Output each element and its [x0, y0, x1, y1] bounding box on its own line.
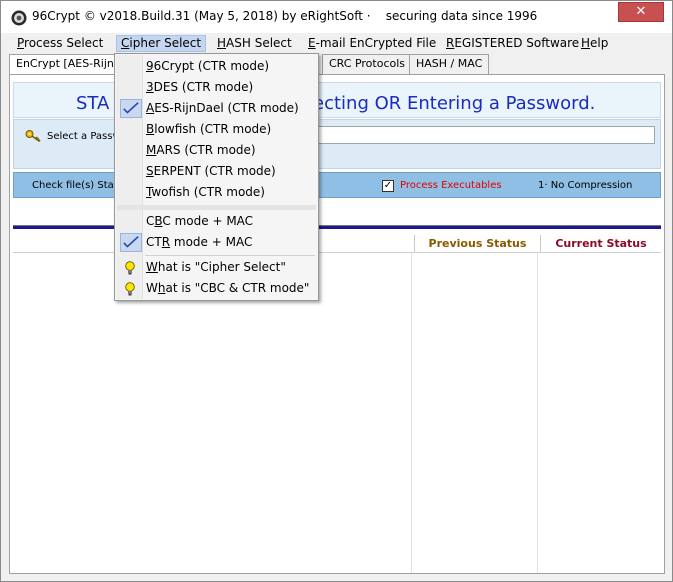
menu-help[interactable]: Help — [581, 36, 608, 53]
app-window: 96Crypt © v2018.Build.31 (May 5, 2018) b… — [0, 0, 673, 582]
menu-separator — [145, 255, 315, 256]
password-label: Select a Passw — [47, 131, 121, 142]
menu-process-select[interactable]: Process Select — [17, 36, 103, 53]
menu-item-aes-rijndael[interactable]: AES-RijnDael (CTR mode) — [117, 98, 316, 119]
key-icon — [25, 130, 41, 143]
section-divider — [13, 225, 661, 229]
process-executables-checkbox[interactable]: ✓ — [382, 180, 394, 192]
menu-hash-select[interactable]: HASH Select — [217, 36, 292, 53]
menu-item-3des[interactable]: 3DES (CTR mode) — [117, 77, 316, 98]
app-icon — [11, 10, 27, 26]
menu-item-96crypt[interactable]: 96Crypt (CTR mode) — [117, 56, 316, 77]
menu-bar: Process Select Cipher Select HASH Select… — [1, 34, 672, 54]
menu-cipher-select[interactable]: Cipher Select — [116, 35, 207, 52]
cipher-select-menu: 96Crypt (CTR mode) 3DES (CTR mode) AES-R… — [114, 53, 319, 301]
window-title: 96Crypt © v2018.Build.31 (May 5, 2018) b… — [32, 9, 538, 23]
password-input[interactable] — [309, 126, 655, 144]
options-bar: Check file(s) Stat ✓ Process Executables… — [13, 172, 661, 198]
menu-separator — [117, 205, 316, 210]
instruction-banner: STA lecting OR Entering a Password. — [13, 82, 661, 118]
process-executables-label[interactable]: Process Executables — [400, 180, 502, 191]
menu-item-twofish[interactable]: Twofish (CTR mode) — [117, 182, 316, 203]
lightbulb-icon — [125, 282, 135, 296]
menu-item-cbc-mode-mac[interactable]: CBC mode + MAC — [117, 211, 316, 232]
tab-hash-mac[interactable]: HASH / MAC — [409, 54, 490, 74]
tab-crc-protocols[interactable]: CRC Protocols — [322, 54, 413, 74]
menu-email-encrypted-file[interactable]: E-mail EnCrypted File — [308, 36, 436, 53]
checkmark-icon — [120, 99, 142, 118]
checkmark-icon — [120, 233, 142, 252]
menu-item-mars[interactable]: MARS (CTR mode) — [117, 140, 316, 161]
column-current-status[interactable]: Current Status — [540, 235, 661, 253]
password-area: Select a Passw — [13, 119, 661, 169]
menu-item-what-is-cipher-select[interactable]: What is "Cipher Select" — [117, 257, 316, 278]
close-button[interactable]: ✕ — [618, 2, 664, 22]
banner-text-right: lecting OR Entering a Password. — [308, 93, 596, 114]
encrypt-panel: STA lecting OR Entering a Password. Sele… — [9, 74, 665, 574]
column-divider — [537, 253, 538, 573]
menu-registered-software[interactable]: REGISTERED Software — [446, 36, 579, 53]
menu-item-serpent[interactable]: SERPENT (CTR mode) — [117, 161, 316, 182]
banner-text-left: STA — [76, 93, 110, 114]
title-bar: 96Crypt © v2018.Build.31 (May 5, 2018) b… — [1, 1, 672, 33]
column-divider — [411, 253, 412, 573]
menu-item-blowfish[interactable]: Blowfish (CTR mode) — [117, 119, 316, 140]
lightbulb-icon — [125, 261, 135, 275]
menu-item-ctr-mode-mac[interactable]: CTR mode + MAC — [117, 232, 316, 253]
column-previous-status[interactable]: Previous Status — [414, 235, 540, 253]
tab-strip: EnCrypt [AES-RijnDa CRC Protocols HASH /… — [9, 54, 665, 75]
compression-selector[interactable]: 1· No Compression — [538, 180, 632, 191]
file-list-header: Previous Status Current Status — [13, 235, 661, 253]
menu-item-what-is-cbc-ctr-mode[interactable]: What is "CBC & CTR mode" — [117, 278, 316, 299]
check-files-status-label: Check file(s) Stat — [32, 180, 118, 191]
